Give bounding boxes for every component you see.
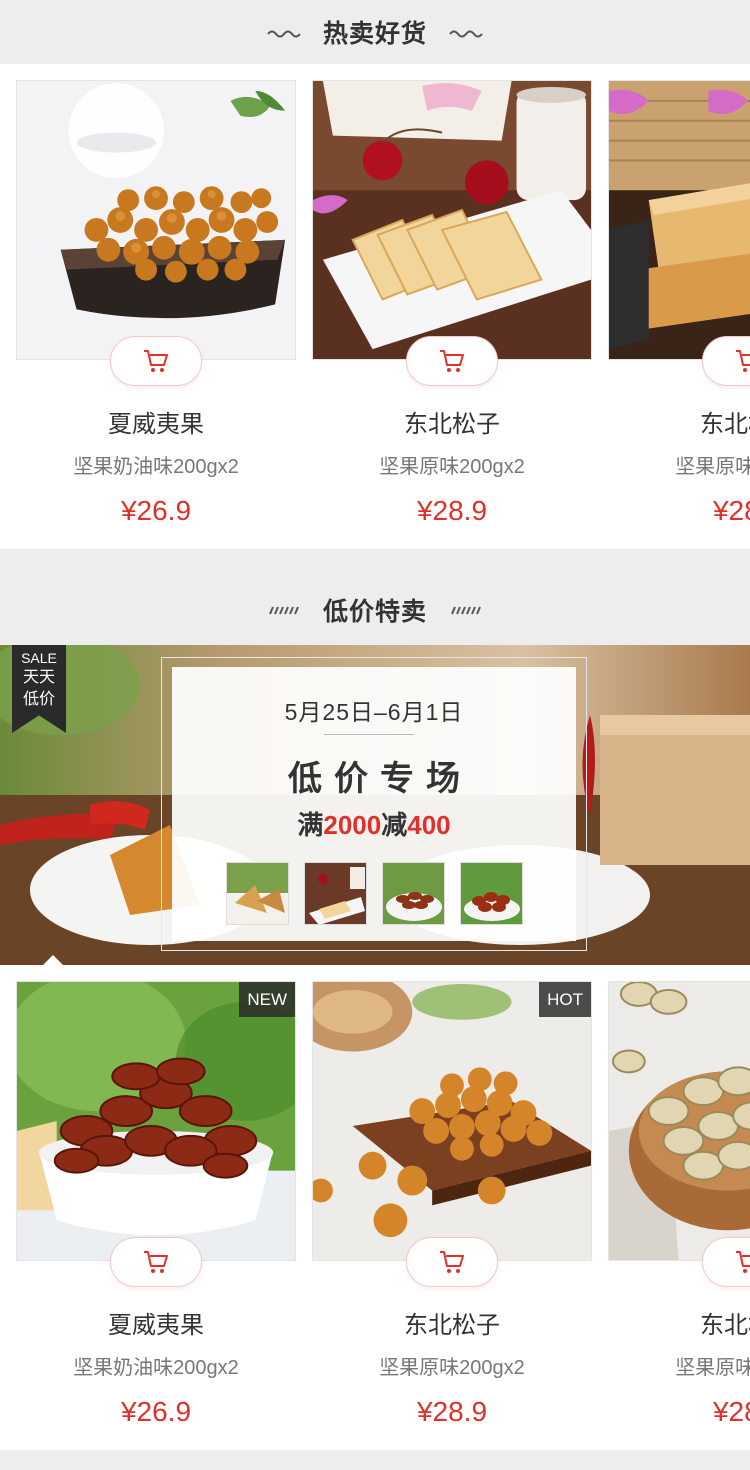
product-card[interactable]: 东北松子 坚果原味200gx2 ¥28.9 (312, 80, 592, 549)
badge-line: SALE (21, 650, 57, 666)
product-tag: NEW (239, 982, 295, 1017)
hot-section-header: 热卖好货 (0, 0, 750, 64)
add-to-cart-button[interactable] (702, 336, 750, 386)
product-card[interactable]: 东北松子 坚果原味200gx2 ¥28.9 (608, 981, 750, 1450)
cart-icon (144, 1251, 168, 1273)
product-card[interactable]: NEW 夏威夷果 坚果奶油味200gx2 ¥26.9 (16, 981, 296, 1450)
product-name[interactable]: 东北松子 (312, 1305, 592, 1340)
cart-icon (736, 350, 750, 372)
section-title: 低价特卖 (322, 598, 427, 626)
add-to-cart-button[interactable] (110, 1237, 202, 1287)
promo-date: 5月25日–6月1日 (284, 699, 464, 725)
wave-decoration-icon (449, 30, 483, 38)
product-card[interactable]: HOT 东北松子 坚果原味200gx2 ¥28.9 (312, 981, 592, 1450)
add-to-cart-button[interactable] (406, 336, 498, 386)
product-image[interactable]: NEW (16, 981, 296, 1261)
product-price: ¥28.9 (712, 495, 750, 526)
add-to-cart-button[interactable] (110, 336, 202, 386)
product-price: ¥28.9 (712, 1396, 750, 1427)
product-name[interactable]: 东北松子 (608, 1305, 750, 1340)
badge-line: 低价 (22, 691, 55, 708)
product-description: 坚果奶油味200gx2 (73, 1357, 239, 1379)
product-name[interactable]: 夏威夷果 (16, 1305, 296, 1340)
promo-amount: 2000 (323, 810, 382, 840)
promo-thumbnail[interactable] (304, 862, 367, 925)
promo-amount: 400 (407, 810, 451, 840)
promo-text: 减 (381, 810, 408, 840)
product-image[interactable]: HOT (312, 981, 592, 1261)
cart-icon (736, 1251, 750, 1273)
product-image[interactable] (608, 80, 750, 360)
cart-icon (440, 350, 464, 372)
product-name[interactable]: 夏威夷果 (16, 404, 296, 439)
product-description: 坚果奶油味200gx2 (73, 456, 239, 478)
sale-products-strip[interactable]: NEW 夏威夷果 坚果奶油味200gx2 ¥26.9 HOT 东北松子 坚果原味… (0, 965, 750, 1450)
product-name[interactable]: 东北松子 (608, 404, 750, 439)
badge-line: 天天 (22, 669, 55, 686)
sale-section-header: 低价特卖 (0, 578, 750, 642)
product-name[interactable]: 东北松子 (312, 404, 592, 439)
cart-icon (144, 350, 168, 372)
product-card[interactable]: 东北松子 坚果原味200gx2 ¥28.9 (608, 80, 750, 549)
banner-panel[interactable]: 5月25日–6月1日 低价专场 满2000减400 (172, 667, 576, 941)
cart-icon (440, 1251, 464, 1273)
promo-offer: 满2000减400 (172, 805, 576, 842)
product-price: ¥26.9 (120, 1396, 192, 1427)
promo-text: 满 (297, 810, 324, 840)
product-image[interactable] (608, 981, 750, 1261)
wave-decoration-icon (267, 30, 301, 38)
product-price: ¥26.9 (120, 495, 192, 526)
product-description: 坚果原味200gx2 (379, 1357, 525, 1379)
promo-thumbnail[interactable] (460, 862, 523, 925)
hatch-decoration-icon (269, 606, 299, 615)
section-title: 热卖好货 (322, 20, 427, 48)
hot-products-strip[interactable]: 夏威夷果 坚果奶油味200gx2 ¥26.9 东北松子 坚果原味200gx2 ¥… (0, 64, 750, 549)
product-description: 坚果原味200gx2 (675, 456, 750, 478)
promo-thumbnail[interactable] (382, 862, 445, 925)
divider (324, 734, 414, 735)
product-tag: HOT (539, 982, 591, 1017)
product-price: ¥28.9 (416, 495, 488, 526)
add-to-cart-button[interactable] (406, 1237, 498, 1287)
product-description: 坚果原味200gx2 (675, 1357, 750, 1379)
product-card[interactable]: 夏威夷果 坚果奶油味200gx2 ¥26.9 (16, 80, 296, 549)
product-description: 坚果原味200gx2 (379, 456, 525, 478)
promo-thumbnail[interactable] (226, 862, 289, 925)
promo-title: 低价专场 (288, 760, 472, 798)
product-image[interactable] (16, 80, 296, 360)
promo-thumbnails (226, 862, 526, 925)
product-price: ¥28.9 (416, 1396, 488, 1427)
hatch-decoration-icon (451, 606, 481, 615)
add-to-cart-button[interactable] (702, 1237, 750, 1287)
product-image[interactable] (312, 80, 592, 360)
